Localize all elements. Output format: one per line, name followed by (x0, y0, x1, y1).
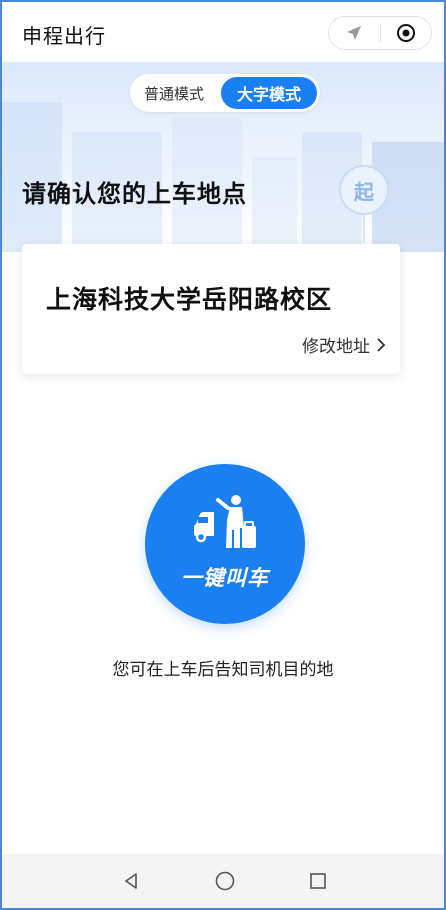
recent-square-icon (310, 873, 326, 889)
start-marker-stem (363, 215, 365, 243)
back-triangle-icon (125, 873, 137, 889)
nav-back-button[interactable] (118, 868, 144, 894)
pickup-address: 上海科技大学岳阳路校区 (46, 285, 333, 314)
close-miniprogram-button[interactable] (381, 17, 432, 49)
hail-taxi-icon (194, 495, 256, 548)
mini-program-capsule (328, 16, 432, 50)
page-title: 请确认您的上车地点 (22, 180, 247, 208)
pickup-address-card: 上海科技大学岳阳路校区 修改地址 (22, 244, 400, 374)
nav-home-button[interactable] (212, 868, 238, 894)
start-marker-circle: 起 (339, 165, 389, 215)
top-bar: 申程出行 (2, 2, 444, 62)
one-tap-call-button[interactable]: 一键叫车 (145, 464, 305, 624)
nav-recent-button[interactable] (305, 868, 331, 894)
location-button[interactable] (329, 17, 380, 49)
normal-mode-tab[interactable]: 普通模式 (144, 83, 204, 104)
mode-toggle: 普通模式 大字模式 (130, 74, 320, 112)
start-marker: 起 (339, 165, 389, 245)
phone-frame: 申程出行 普通模式 大字模式 请确认您的上车地点 起 上海科技大学岳阳路校区 修… (0, 0, 446, 910)
chevron-right-icon (377, 337, 386, 352)
system-nav-bar (2, 854, 444, 908)
modify-address-label: 修改地址 (302, 337, 370, 357)
app-title: 申程出行 (22, 24, 106, 48)
location-arrow-icon (347, 26, 362, 40)
modify-address-link[interactable]: 修改地址 (302, 332, 386, 357)
target-icon (396, 24, 415, 42)
destination-hint: 您可在上车后告知司机目的地 (112, 660, 334, 680)
home-circle-icon (215, 871, 235, 891)
one-tap-call-label: 一键叫车 (181, 566, 269, 590)
large-font-mode-tab[interactable]: 大字模式 (221, 77, 317, 109)
